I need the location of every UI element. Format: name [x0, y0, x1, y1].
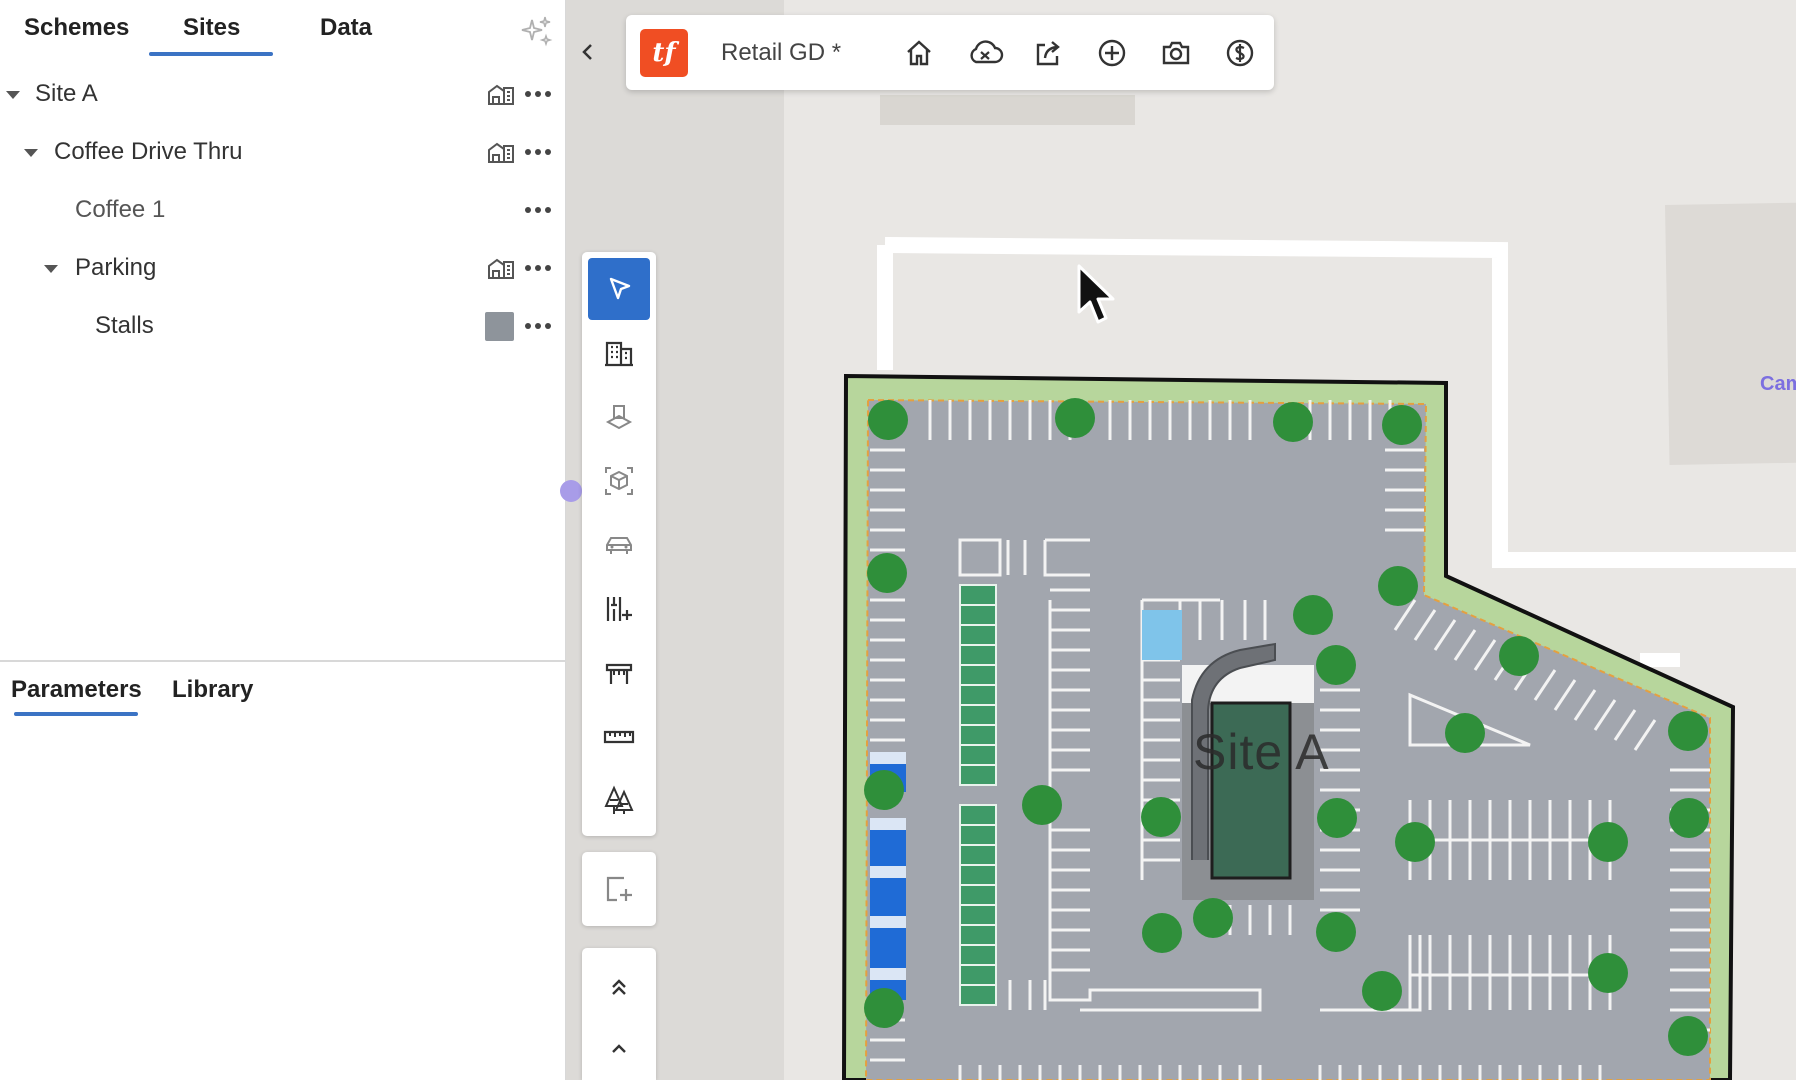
- more-options-icon[interactable]: [525, 148, 551, 156]
- add-frame-icon: [606, 876, 632, 902]
- building-tool[interactable]: [588, 322, 650, 384]
- trees-icon: [604, 785, 634, 814]
- tree-item-label: Coffee 1: [75, 196, 166, 223]
- tree-item-coffee-drive-thru[interactable]: Coffee Drive Thru: [0, 128, 565, 176]
- measure-tool[interactable]: [588, 706, 650, 768]
- left-panel: Schemes Sites Data Site A Coffee Drive T…: [0, 0, 566, 1080]
- document-title[interactable]: Retail GD *: [721, 39, 841, 67]
- tab-schemes[interactable]: Schemes: [24, 14, 129, 42]
- more-options-icon[interactable]: [525, 206, 551, 214]
- building-icon: [605, 341, 633, 367]
- app-logo[interactable]: tf: [640, 29, 688, 77]
- building-icon[interactable]: [487, 82, 515, 106]
- expand-all-tool[interactable]: [588, 956, 650, 1018]
- tab-library[interactable]: Library: [172, 676, 253, 704]
- active-tab-indicator: [149, 52, 273, 56]
- poi-label: Cam: [1760, 373, 1796, 395]
- cloud-sync-icon[interactable]: [966, 37, 1004, 69]
- more-options-icon[interactable]: [525, 322, 551, 330]
- chevron-up-icon: [612, 1044, 626, 1053]
- mouse-cursor-icon: [1077, 264, 1115, 324]
- add-panel: [582, 852, 656, 926]
- camera-icon[interactable]: [1160, 37, 1192, 69]
- canopy-icon: [605, 663, 633, 684]
- navigation-panel: [582, 948, 656, 1080]
- building-icon[interactable]: [487, 140, 515, 164]
- stall-add-icon: [606, 597, 632, 621]
- building-icon[interactable]: [487, 256, 515, 280]
- podium-icon: [605, 405, 633, 430]
- 3d-box-icon: [605, 467, 633, 495]
- tree-item-label: Site A: [35, 80, 98, 107]
- home-icon[interactable]: [903, 37, 935, 69]
- scroll-up-tool[interactable]: [588, 1018, 650, 1080]
- active-tab-indicator: [14, 712, 138, 716]
- select-arrow-icon: [609, 277, 631, 300]
- dollar-icon[interactable]: [1224, 37, 1256, 69]
- caret-down-icon[interactable]: [24, 149, 38, 157]
- tree-item-label: Stalls: [95, 312, 154, 339]
- tree-item-parking[interactable]: Parking: [0, 244, 565, 292]
- tab-parameters[interactable]: Parameters: [11, 676, 142, 704]
- site-name-label: Site A: [1193, 724, 1330, 780]
- ruler-icon: [603, 730, 635, 744]
- more-options-icon[interactable]: [525, 264, 551, 272]
- top-toolbar: tf Retail GD *: [626, 15, 1274, 90]
- caret-down-icon[interactable]: [44, 265, 58, 273]
- select-tool[interactable]: [588, 258, 650, 320]
- color-swatch[interactable]: [485, 311, 514, 341]
- add-frame-tool[interactable]: [588, 858, 650, 920]
- car-icon: [606, 537, 632, 554]
- tab-data[interactable]: Data: [320, 14, 372, 42]
- site-plan-canvas[interactable]: [566, 0, 1796, 1080]
- add-circle-icon[interactable]: [1096, 37, 1128, 69]
- canopy-tool[interactable]: [588, 642, 650, 704]
- podium-tool[interactable]: [588, 386, 650, 448]
- tool-palette: [582, 252, 656, 836]
- double-chevron-up-icon: [612, 979, 626, 995]
- massing-tool[interactable]: [588, 450, 650, 512]
- panel-resize-handle[interactable]: [560, 480, 582, 502]
- tab-sites[interactable]: Sites: [183, 14, 240, 42]
- panel-divider[interactable]: [0, 660, 565, 662]
- more-options-icon[interactable]: [525, 90, 551, 98]
- tree-item-coffee-1[interactable]: Coffee 1: [0, 186, 565, 234]
- parking-tool[interactable]: [588, 514, 650, 576]
- caret-down-icon[interactable]: [6, 91, 20, 99]
- sparkle-icon[interactable]: [519, 14, 553, 48]
- panel-tabs: Schemes Sites Data: [0, 0, 565, 64]
- stall-tool[interactable]: [588, 578, 650, 640]
- share-icon[interactable]: [1032, 37, 1064, 69]
- tree-item-site-a[interactable]: Site A: [0, 70, 565, 118]
- chevron-left-icon[interactable]: [576, 40, 600, 64]
- tree-item-stalls[interactable]: Stalls: [0, 302, 565, 350]
- tree-item-label: Coffee Drive Thru: [54, 138, 243, 165]
- tree-item-label: Parking: [75, 254, 157, 281]
- landscape-tool[interactable]: [588, 770, 650, 832]
- site-map[interactable]: Site A Cam: [566, 0, 1796, 1080]
